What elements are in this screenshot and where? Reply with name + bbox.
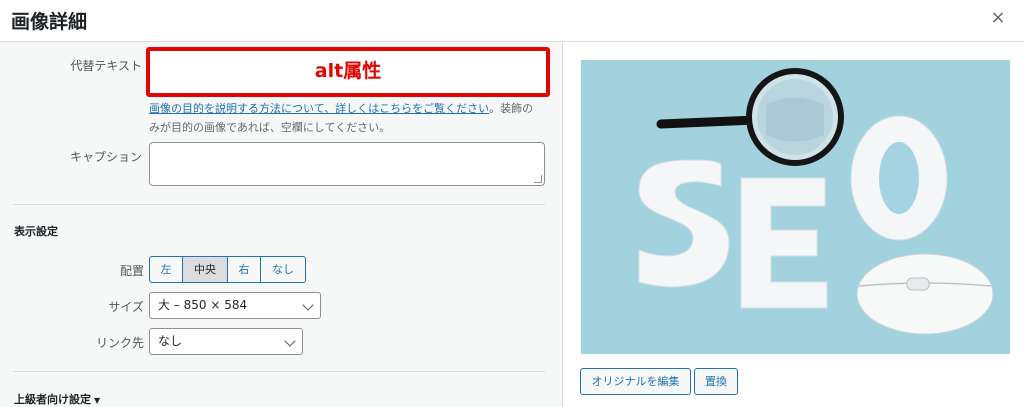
caption-label: キャプション	[69, 150, 142, 164]
chevron-down-icon	[284, 335, 296, 347]
divider	[13, 371, 545, 372]
size-select[interactable]: 大 – 850 × 584	[149, 292, 321, 319]
size-label: サイズ	[108, 300, 144, 314]
replace-button[interactable]: 置換	[694, 368, 738, 395]
modal-title: 画像詳細	[11, 11, 88, 33]
align-label: 配置	[119, 264, 144, 278]
alt-text-input[interactable]: alt属性	[146, 47, 550, 97]
seo-photo-image	[581, 60, 1010, 354]
align-left-button[interactable]: 左	[149, 256, 183, 283]
caption-textarea[interactable]	[149, 142, 545, 186]
align-none-button[interactable]: なし	[260, 256, 306, 283]
size-value: 大 – 850 × 584	[158, 298, 248, 312]
align-button-group: 左 中央 右 なし	[149, 256, 306, 283]
alt-text-label: 代替テキスト	[70, 59, 142, 73]
advanced-settings-label: 上級者向け設定	[14, 393, 91, 406]
alt-help-link[interactable]: 画像の目的を説明する方法について、詳しくはこちらをご覧ください	[149, 102, 489, 115]
alt-text-value: alt属性	[314, 60, 382, 82]
link-to-select[interactable]: なし	[149, 328, 303, 355]
display-settings-title: 表示設定	[14, 225, 58, 238]
image-preview-panel: オリジナルを編集 置換	[562, 42, 1024, 407]
resize-handle-icon[interactable]	[534, 175, 542, 183]
close-icon[interactable]: ×	[988, 8, 1008, 28]
alt-text-help: 画像の目的を説明する方法について、詳しくはこちらをご覧ください。装飾のみが目的の…	[149, 99, 544, 137]
attachment-settings-panel: 代替テキスト alt属性 画像の目的を説明する方法について、詳しくはこちらをご覧…	[0, 42, 562, 407]
link-to-label: リンク先	[95, 336, 144, 350]
triangle-down-icon: ▼	[94, 396, 101, 405]
align-center-button[interactable]: 中央	[182, 256, 228, 283]
edit-original-button[interactable]: オリジナルを編集	[580, 368, 691, 395]
advanced-settings-toggle[interactable]: 上級者向け設定 ▼	[14, 391, 100, 407]
chevron-down-icon	[302, 299, 314, 311]
image-preview	[581, 60, 1010, 354]
align-right-button[interactable]: 右	[227, 256, 261, 283]
divider	[13, 204, 545, 205]
modal-header: 画像詳細 ×	[0, 0, 1024, 42]
link-to-value: なし	[158, 334, 183, 348]
